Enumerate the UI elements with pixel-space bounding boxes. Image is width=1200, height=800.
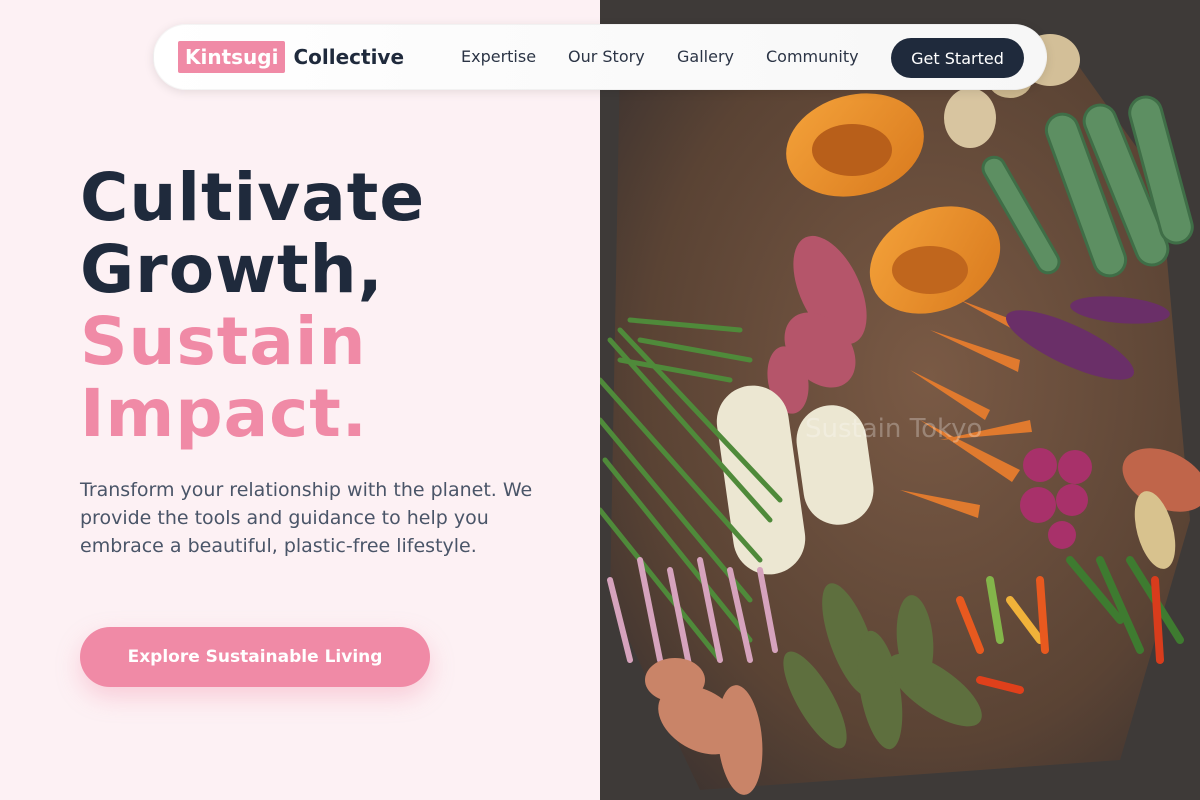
hero-heading: Cultivate Growth, Sustain Impact. (80, 162, 425, 450)
nav-link-expertise[interactable]: Expertise (461, 47, 536, 67)
hero-heading-line-2: Growth, (80, 231, 384, 308)
brand-logo[interactable]: Kintsugi Collective (178, 41, 404, 73)
photo-watermark: Sustain Tokyo (805, 414, 983, 444)
nav-link-community[interactable]: Community (766, 47, 859, 67)
hero-heading-line-4: Impact. (80, 375, 368, 452)
brand-highlight: Kintsugi (178, 41, 286, 73)
brand-name: Collective (293, 45, 405, 69)
nav-link-our-story[interactable]: Our Story (568, 47, 645, 67)
top-navbar: Kintsugi Collective Expertise Our Story … (153, 24, 1047, 90)
hero-description: Transform your relationship with the pla… (80, 479, 533, 557)
vegetables-illustration (600, 0, 1200, 800)
get-started-button[interactable]: Get Started (891, 38, 1024, 78)
hero-heading-line-1: Cultivate (80, 159, 426, 236)
hero-photo-vegetables (600, 0, 1200, 800)
hero-heading-line-3: Sustain (80, 303, 367, 380)
nav-link-gallery[interactable]: Gallery (677, 47, 734, 67)
explore-sustainable-living-button[interactable]: Explore Sustainable Living (80, 627, 430, 687)
